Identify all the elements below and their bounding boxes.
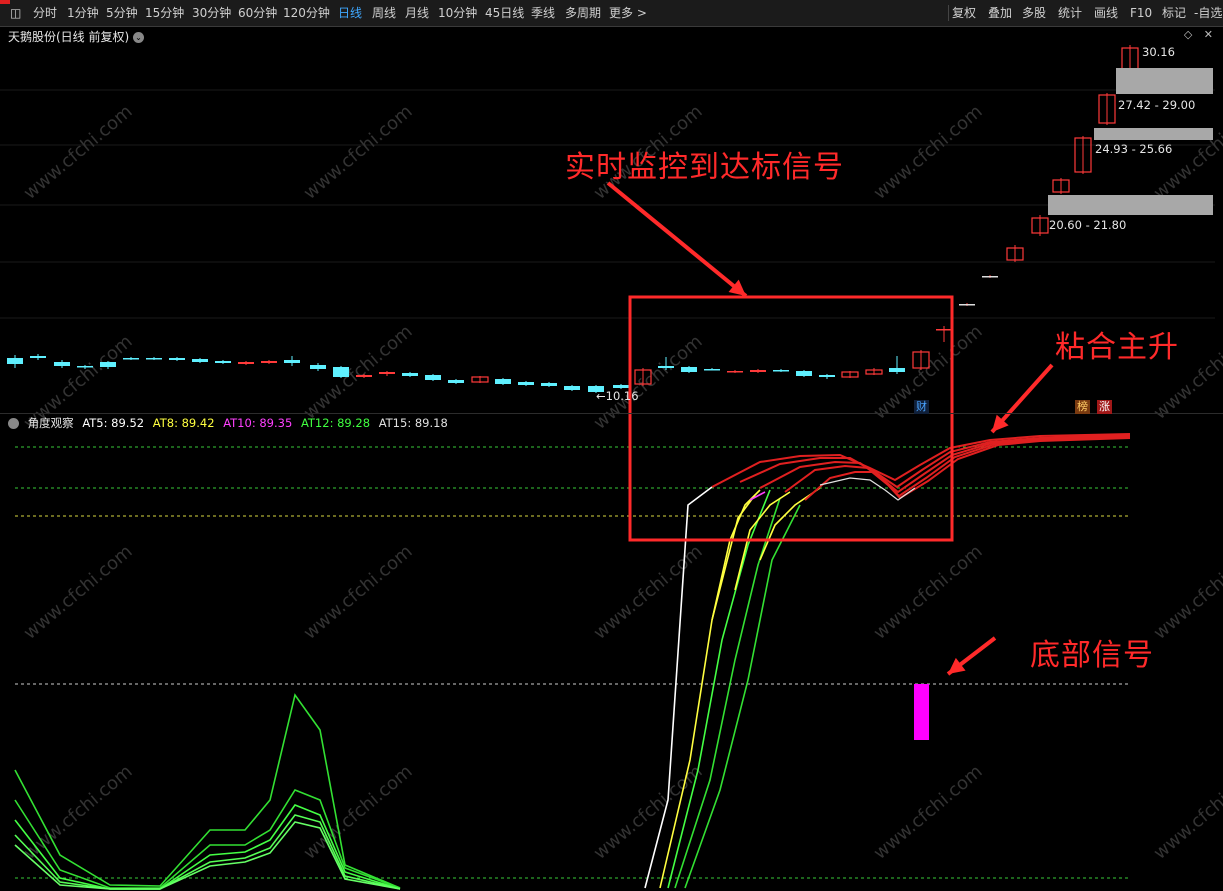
candle-body xyxy=(402,373,418,376)
indicator-line-rise-1 xyxy=(659,494,756,889)
watermark-text: www.cfchi.com xyxy=(590,541,707,644)
candle-body xyxy=(30,356,46,358)
resistance-zone-1 xyxy=(1116,68,1213,94)
price-low-value: 10.16 xyxy=(605,389,639,403)
indicator-name: 角度观察 xyxy=(27,416,74,430)
candle-body xyxy=(192,359,208,362)
watermark-text: www.cfchi.com xyxy=(300,541,417,644)
watermark-text: www.cfchi.com xyxy=(870,761,987,864)
candle-body xyxy=(727,371,743,373)
annotation-converge-rise: 粘合主升 xyxy=(1055,330,1179,365)
annotation-box xyxy=(628,295,954,542)
watermark-text: www.cfchi.com xyxy=(590,331,707,434)
at5-value: AT5: 89.52 xyxy=(82,416,145,430)
watermark-text: www.cfchi.com xyxy=(870,101,987,204)
candle-body xyxy=(284,360,300,363)
at12-value: AT12: 89.28 xyxy=(300,416,371,430)
candle-body xyxy=(238,362,254,364)
resistance-zone-1-label: 27.42 - 29.00 xyxy=(1118,98,1196,112)
candle-body xyxy=(750,370,766,372)
candle-body xyxy=(425,375,441,380)
candle-body xyxy=(819,375,835,377)
candle-body xyxy=(681,367,697,372)
panel-divider xyxy=(0,413,1223,414)
gear-icon[interactable] xyxy=(8,418,19,429)
candle-body xyxy=(936,329,952,331)
candle-body xyxy=(959,304,975,306)
candle-body xyxy=(169,358,185,360)
candle-body xyxy=(333,367,349,377)
watermark-text: www.cfchi.com xyxy=(1150,541,1223,644)
limit-up-tag[interactable]: 涨 xyxy=(1097,400,1112,414)
candle-body xyxy=(356,375,372,377)
candle-body xyxy=(100,362,116,367)
arrow-realtime-shaft xyxy=(606,181,748,298)
candle-body xyxy=(379,372,395,374)
watermark-text: www.cfchi.com xyxy=(300,321,417,424)
indicator-line-converged-1 xyxy=(739,434,1131,489)
candle-body xyxy=(773,370,789,372)
watermark-text: www.cfchi.com xyxy=(300,101,417,204)
candle-body xyxy=(889,368,905,372)
watermark-text: www.cfchi.com xyxy=(20,101,137,204)
resistance-zone-2-label: 24.93 - 25.66 xyxy=(1095,142,1173,156)
candle-body xyxy=(310,365,326,369)
indicator-legend: 角度观察 AT5: 89.52 AT8: 89.42 AT10: 89.35 A… xyxy=(8,415,453,431)
candle-body xyxy=(7,358,23,364)
watermark-text: www.cfchi.com xyxy=(20,541,137,644)
indicator-line-rise-yellow-a xyxy=(711,489,761,621)
candle-body xyxy=(123,358,139,360)
candle-body xyxy=(796,371,812,376)
candle-body xyxy=(613,385,629,388)
ranking-tag[interactable]: 榜 xyxy=(1075,400,1090,414)
candle-body xyxy=(54,362,70,366)
resistance-zone-3-label: 20.60 - 21.80 xyxy=(1049,218,1127,232)
candle-body xyxy=(658,366,674,368)
at15-value: AT15: 89.18 xyxy=(378,416,448,430)
bottom-signal-bar xyxy=(914,684,929,740)
price-high-label: 30.16 xyxy=(1142,45,1175,59)
indicator-line-converged-0 xyxy=(711,433,1131,488)
at8-value: AT8: 89.42 xyxy=(152,416,215,430)
annotation-realtime-signal: 实时监控到达标信号 xyxy=(565,150,844,185)
candle-body xyxy=(448,380,464,383)
candle-body xyxy=(261,361,277,363)
candle-body xyxy=(541,383,557,386)
candle-body xyxy=(982,276,998,278)
candle-body xyxy=(146,358,162,360)
price-low-label: ←10.16 xyxy=(596,389,639,403)
at10-value: AT10: 89.35 xyxy=(223,416,293,430)
candle-body xyxy=(495,379,511,384)
chart-canvas: www.cfchi.com www.cfchi.com www.cfchi.com w… xyxy=(0,45,1223,890)
watermark-text: www.cfchi.com xyxy=(300,761,417,864)
resistance-zone-3 xyxy=(1048,195,1213,215)
candle-body xyxy=(215,361,231,363)
candle-body xyxy=(77,366,93,368)
watermark-text: www.cfchi.com xyxy=(870,541,987,644)
candle-body xyxy=(518,382,534,385)
financial-tag[interactable]: 财 xyxy=(914,400,929,414)
candle-body xyxy=(564,386,580,390)
watermark-text: www.cfchi.com xyxy=(1150,761,1223,864)
watermark-text: www.cfchi.com xyxy=(590,761,707,864)
candle-body xyxy=(704,369,720,371)
resistance-zone-2 xyxy=(1094,128,1213,140)
annotation-bottom-signal: 底部信号 xyxy=(1030,638,1154,673)
